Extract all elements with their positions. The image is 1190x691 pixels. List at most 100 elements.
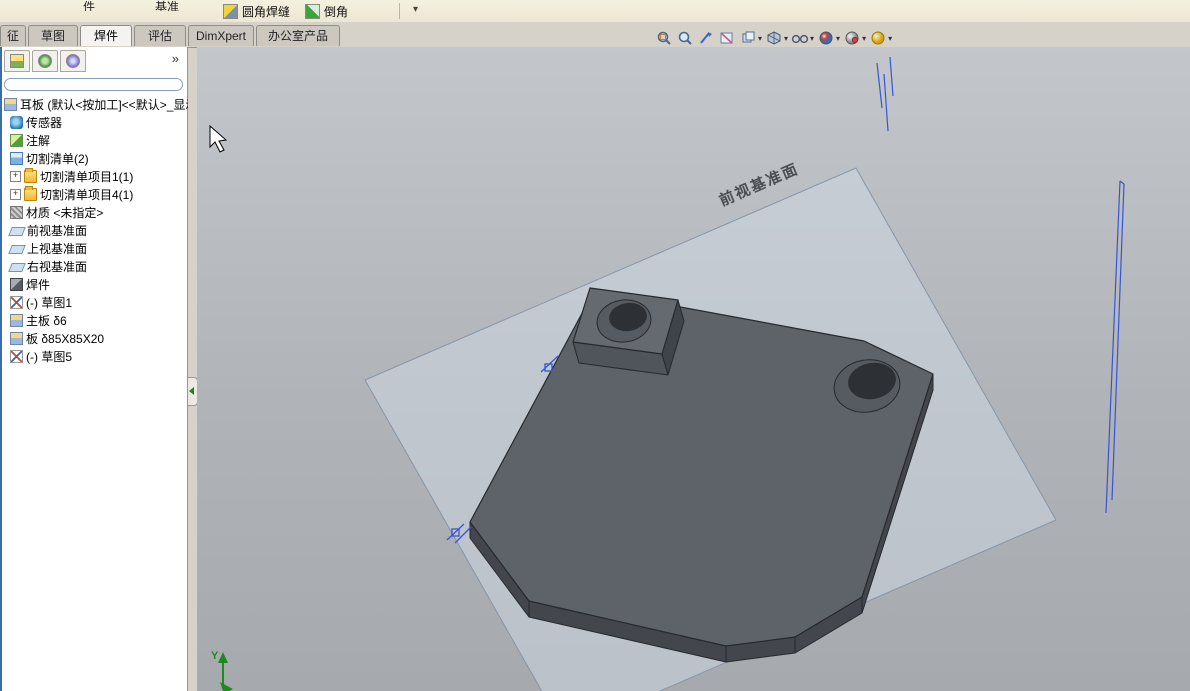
- panel-filter-bar[interactable]: [4, 78, 183, 91]
- view-orientation-icon[interactable]: [739, 30, 757, 47]
- propertymanager-tab[interactable]: [32, 50, 58, 72]
- edit-appearance-icon[interactable]: [817, 30, 835, 47]
- section-view-icon[interactable]: [718, 30, 736, 47]
- tree-item-label: 切割清单(2): [26, 151, 89, 166]
- tree-item-sketch1[interactable]: (-) 草图1: [2, 293, 188, 311]
- sketch-icon: [10, 349, 23, 363]
- tree-root-item[interactable]: 耳板 (默认<按加工]<<默认>_显示状: [2, 95, 188, 113]
- display-style-icon[interactable]: [765, 30, 783, 47]
- tree-item-label: 板 δ85X85X20: [26, 331, 105, 346]
- tree-item-label: 切割清单项目4(1): [40, 187, 134, 202]
- weldment-icon: [10, 277, 23, 291]
- tree-item-label: (-) 草图1: [26, 295, 72, 310]
- triad-y-label: Y: [211, 650, 219, 662]
- tree-item-label: 上视基准面: [27, 241, 88, 256]
- tab-office-products[interactable]: 办公室产品: [256, 25, 340, 46]
- sensors-icon: [10, 115, 23, 129]
- commandmanager-tab-row: 征 草图 焊件 评估 DimXpert 办公室产品: [0, 22, 1190, 48]
- expand-box-icon[interactable]: +: [10, 188, 21, 200]
- tree-item-label: 传感器: [26, 115, 63, 130]
- part-icon: [10, 313, 23, 327]
- featuremanager-tab-icon: [10, 54, 24, 68]
- tree-item-sketch5[interactable]: (-) 草图5: [2, 347, 188, 365]
- tree-item-weldment[interactable]: 焊件: [2, 275, 188, 293]
- plane-icon: [8, 262, 26, 272]
- panel-tabs: [4, 50, 86, 72]
- tree-item-cutlist[interactable]: 切割清单(2): [2, 149, 188, 167]
- chamfer-icon: [305, 3, 320, 19]
- expand-box-icon[interactable]: +: [10, 170, 21, 182]
- propertymanager-tab-icon: [38, 54, 52, 68]
- dropdown-arrow-icon[interactable]: ▾: [836, 34, 840, 43]
- toolbar-overflow-arrow[interactable]: ▾: [413, 4, 418, 15]
- tree-item-top-plane[interactable]: 上视基准面: [2, 239, 188, 257]
- material-icon: [10, 205, 23, 219]
- folder-icon: [24, 185, 37, 201]
- dropdown-arrow-icon[interactable]: ▾: [810, 34, 814, 43]
- scene-svg: 前视基准面 Y: [209, 56, 1125, 691]
- plane-icon: [8, 226, 26, 236]
- toolbar-fragment[interactable]: 基准: [155, 0, 179, 11]
- dropdown-arrow-icon[interactable]: ▾: [888, 34, 892, 43]
- hide-show-items-icon[interactable]: [791, 30, 809, 47]
- zoom-fit-icon[interactable]: [676, 30, 694, 47]
- folder-icon: [24, 167, 37, 183]
- part-icon: [10, 331, 23, 345]
- cutlist-icon: [10, 151, 23, 165]
- graphics-viewport[interactable]: 前视基准面 Y: [197, 47, 1190, 691]
- tree-item-label: (-) 草图5: [26, 349, 72, 364]
- sketch-icon: [10, 295, 23, 309]
- tab-dimxpert[interactable]: DimXpert: [188, 25, 254, 46]
- view-settings-icon[interactable]: [869, 30, 887, 47]
- tree-item-label: 切割清单项目1(1): [40, 169, 134, 184]
- tree-item-label: 材质 <未指定>: [26, 205, 104, 220]
- configurationmanager-tab-icon: [66, 54, 80, 68]
- tree-item-annotations[interactable]: 注解: [2, 131, 188, 149]
- zoom-window-icon[interactable]: [655, 30, 673, 47]
- panel-overflow-chevron[interactable]: »: [172, 51, 179, 66]
- plane-icon: [8, 244, 26, 254]
- tree-item-plate[interactable]: 板 δ85X85X20: [2, 329, 188, 347]
- sketch-line-long[interactable]: [1105, 180, 1125, 514]
- toolbar-fragment[interactable]: 件: [83, 0, 95, 11]
- featuremanager-panel: » 耳板 (默认<按加工]<<默认>_显示状 传感器 注解 切割清单(2) + …: [0, 47, 188, 691]
- sketch-dashes[interactable]: [876, 56, 894, 132]
- tab-weldments[interactable]: 焊件: [80, 25, 132, 46]
- fillet-weld-icon: [223, 3, 238, 19]
- tree-item-label: 焊件: [26, 277, 51, 292]
- solidworks-window: 件 基准 圆角焊缝 倒角 ▾ 征 草图 焊件 评估 DimXpert 办公室产品: [0, 0, 1190, 691]
- tree-item-main-plate[interactable]: 主板 δ6: [2, 311, 188, 329]
- tree-root-label: 耳板 (默认<按加工]<<默认>_显示状: [20, 97, 188, 112]
- view-toolbar: ▾ ▾ ▾ ▾ ▾ ▾: [655, 29, 892, 47]
- fillet-weld-label: 圆角焊缝: [242, 4, 291, 19]
- mouse-cursor-icon: [209, 124, 228, 153]
- top-toolbar: 件 基准 圆角焊缝 倒角 ▾: [0, 0, 1190, 23]
- fillet-weld-button[interactable]: 圆角焊缝: [218, 1, 295, 21]
- tree-item-sensors[interactable]: 传感器: [2, 113, 188, 131]
- zoom-selection-icon[interactable]: [697, 30, 715, 47]
- tree-item-label: 注解: [26, 133, 51, 148]
- dropdown-arrow-icon[interactable]: ▾: [784, 34, 788, 43]
- dropdown-arrow-icon[interactable]: ▾: [862, 34, 866, 43]
- tree-item-material[interactable]: 材质 <未指定>: [2, 203, 188, 221]
- apply-scene-icon[interactable]: [843, 30, 861, 47]
- tree-item-front-plane[interactable]: 前视基准面: [2, 221, 188, 239]
- tree-item-label: 主板 δ6: [26, 313, 67, 328]
- featuremanager-tab[interactable]: [4, 50, 30, 72]
- chamfer-label: 倒角: [324, 4, 349, 19]
- part-icon: [4, 97, 17, 111]
- configurationmanager-tab[interactable]: [60, 50, 86, 72]
- chamfer-button[interactable]: 倒角: [300, 1, 353, 21]
- tree-item-label: 前视基准面: [27, 223, 88, 238]
- dropdown-arrow-icon[interactable]: ▾: [758, 34, 762, 43]
- tree-item-right-plane[interactable]: 右视基准面: [2, 257, 188, 275]
- tree-item-cutlist-item1[interactable]: + 切割清单项目1(1): [2, 167, 188, 185]
- annotations-icon: [10, 133, 23, 147]
- toolbar-separator: [399, 3, 400, 19]
- tree-item-label: 右视基准面: [27, 259, 88, 274]
- tab-evaluate[interactable]: 评估: [134, 25, 186, 46]
- tab-sketch[interactable]: 草图: [28, 25, 78, 46]
- orientation-triad: Y: [211, 650, 233, 691]
- tree-item-cutlist-item4[interactable]: + 切割清单项目4(1): [2, 185, 188, 203]
- tab-features[interactable]: 征: [0, 25, 26, 46]
